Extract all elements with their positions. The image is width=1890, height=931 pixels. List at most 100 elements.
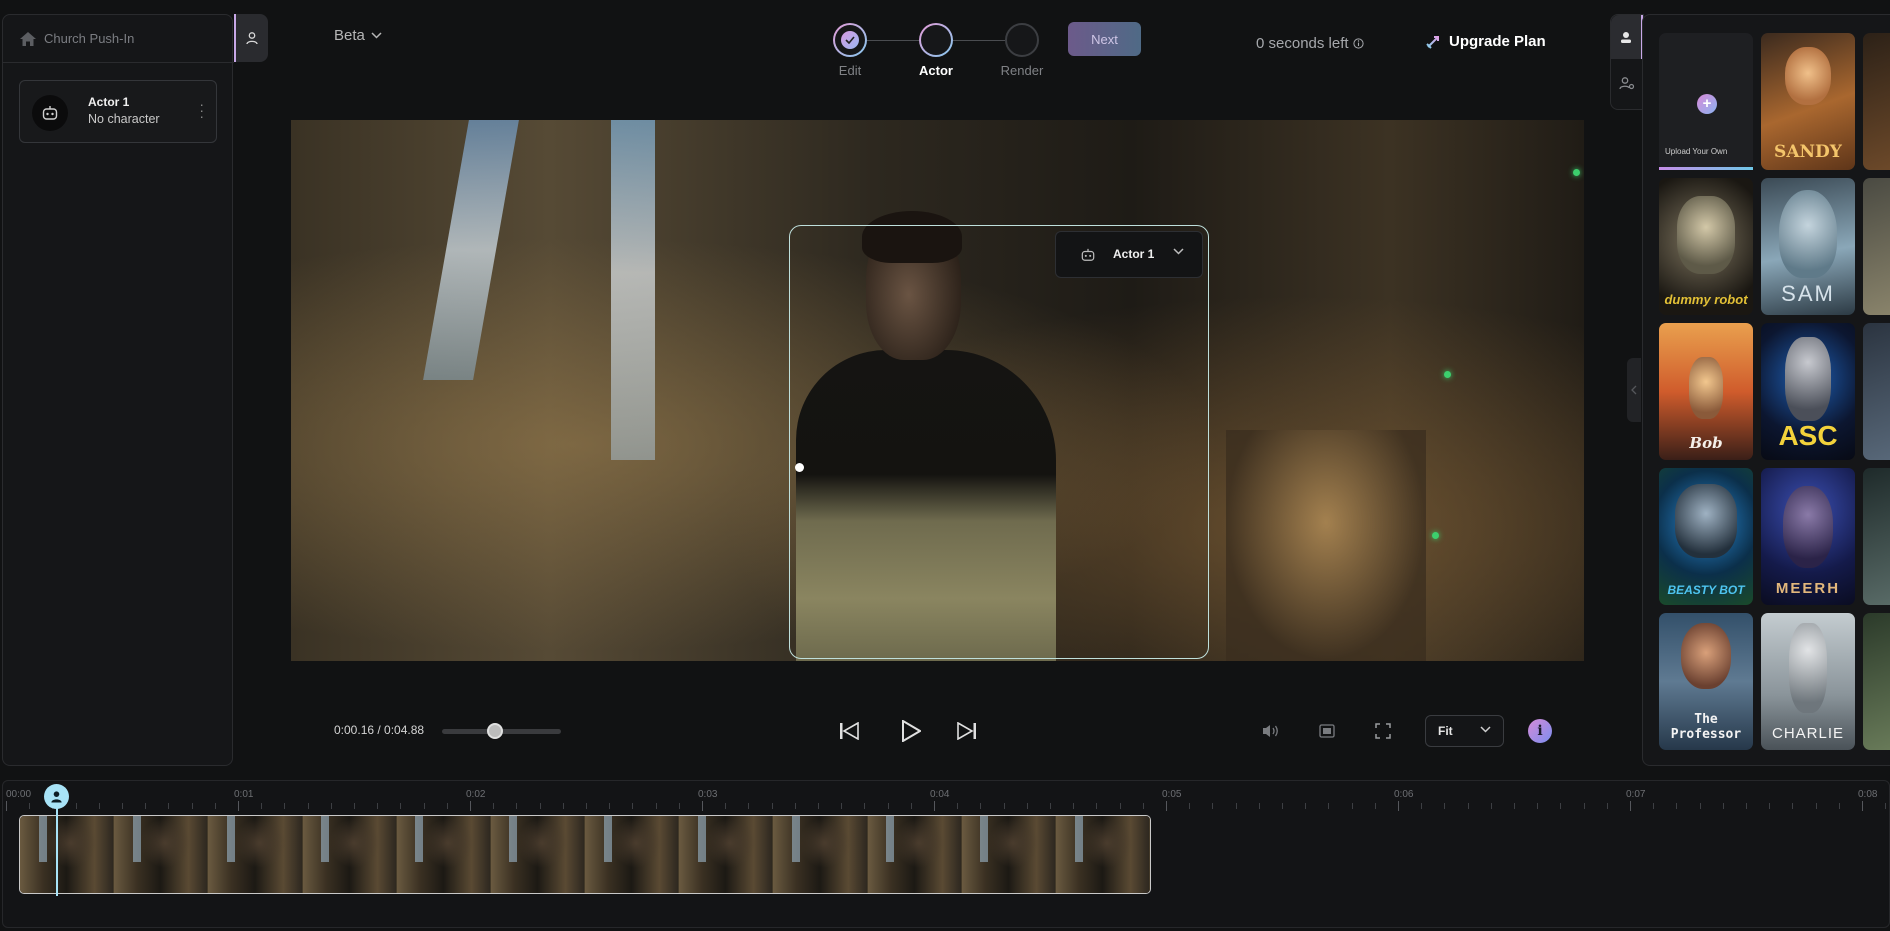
skip-forward-button[interactable] (955, 719, 979, 743)
ruler-label: 0:08 (1858, 789, 1878, 800)
info-button[interactable]: i (1528, 719, 1552, 743)
tracking-point (1573, 169, 1580, 176)
character-name: SAM (1781, 281, 1835, 306)
ruler-label: 0:05 (1162, 789, 1182, 800)
rocket-icon (1426, 35, 1439, 49)
ruler-tick (1653, 803, 1655, 809)
actor-assign-dropdown[interactable]: Actor 1 (1055, 231, 1203, 278)
step-render-circle[interactable] (1005, 23, 1039, 57)
ruler-tick (864, 803, 866, 809)
kebab-menu-icon[interactable]: · · · (199, 97, 204, 123)
character-portrait (1783, 486, 1833, 568)
check-icon (845, 36, 855, 44)
actor-chip-label: Actor 1 (1113, 247, 1155, 261)
clip-thumbnail-frame (585, 816, 680, 893)
step-edit-label: Edit (838, 63, 862, 78)
ruler-tick (470, 801, 471, 811)
volume-button[interactable] (1260, 720, 1282, 742)
character-card-partial[interactable] (1863, 178, 1890, 315)
tab-actor-settings[interactable] (1611, 61, 1643, 105)
skip-back-button[interactable] (837, 719, 861, 743)
ruler-tick (794, 803, 796, 809)
playhead-line[interactable] (56, 806, 58, 896)
character-card-partial[interactable] (1863, 468, 1890, 605)
captions-button[interactable] (1316, 720, 1338, 742)
playhead-handle[interactable] (44, 784, 69, 809)
ruler-tick (1769, 803, 1771, 809)
ruler-tick (493, 803, 495, 809)
ruler-tick (168, 803, 170, 809)
upload-caption: Upload Your Own (1665, 147, 1728, 156)
actors-panel-tab[interactable] (234, 14, 268, 62)
character-card-partial[interactable] (1863, 323, 1890, 460)
ruler-tick (1026, 803, 1028, 809)
ruler-tick (261, 803, 263, 809)
ruler-tick (284, 803, 286, 809)
ruler-tick (1050, 803, 1051, 809)
actor-bounding-box[interactable] (789, 225, 1209, 659)
ruler-tick (539, 803, 541, 809)
step-edit-circle[interactable] (833, 23, 867, 57)
fullscreen-button[interactable] (1372, 720, 1394, 742)
character-portrait (1675, 484, 1737, 558)
ruler-label: 0:06 (1394, 789, 1414, 800)
model-select[interactable]: Beta (334, 27, 382, 44)
play-button[interactable] (897, 717, 925, 745)
ruler-tick (1374, 803, 1376, 809)
step-connector (867, 40, 919, 41)
character-card-sam[interactable]: SAM (1761, 178, 1855, 315)
upload-character-card[interactable]: + Upload Your Own (1659, 33, 1753, 170)
actor-card[interactable]: Actor 1 No character · · · (19, 80, 217, 143)
ruler-tick (1885, 803, 1887, 809)
zoom-fit-value: Fit (1438, 724, 1453, 738)
ruler-tick (307, 803, 309, 809)
character-name: CHARLIE (1771, 725, 1845, 742)
project-name[interactable]: Church Push-In (44, 31, 134, 46)
character-card-charlie[interactable]: CHARLIE (1761, 613, 1855, 750)
tab-characters[interactable] (1611, 15, 1643, 59)
character-card-partial[interactable] (1863, 613, 1890, 750)
character-portrait (1789, 623, 1827, 713)
zoom-fit-select[interactable]: Fit (1425, 715, 1504, 747)
ruler-label: 0:03 (698, 789, 718, 800)
ruler-tick (748, 803, 750, 809)
next-button[interactable]: Next (1068, 22, 1141, 56)
bounding-box-handle[interactable] (795, 463, 804, 472)
video-clip-track[interactable] (19, 815, 1151, 894)
ruler-tick (1514, 803, 1515, 809)
ruler-tick (1560, 803, 1562, 809)
collapse-panel-handle[interactable] (1627, 358, 1641, 422)
chevron-left-icon (1631, 385, 1637, 395)
ruler-tick (330, 803, 332, 809)
character-card-asc[interactable]: ASC (1761, 323, 1855, 460)
ruler-tick (702, 801, 703, 811)
ruler-tick (1444, 803, 1446, 809)
character-card-dummy-robot[interactable]: dummy robot (1659, 178, 1753, 315)
seek-slider-thumb[interactable] (487, 723, 503, 739)
clip-thumbnail-frame (961, 816, 1056, 893)
ruler-tick (1166, 801, 1167, 811)
ruler-tick (771, 803, 773, 809)
time-readout: 0:00.16 / 0:04.88 (334, 723, 425, 737)
character-card-partial[interactable] (1863, 33, 1890, 170)
info-icon[interactable] (1352, 38, 1364, 49)
ruler-tick (1722, 803, 1724, 809)
character-card-professor[interactable]: The Professor (1659, 613, 1753, 750)
character-card-meerh[interactable]: MEERH (1761, 468, 1855, 605)
upgrade-plan-label: Upgrade Plan (1449, 33, 1546, 50)
fullscreen-icon (1375, 723, 1391, 739)
character-card-beasty-bot[interactable]: BEASTY BOT (1659, 468, 1753, 605)
play-icon (902, 720, 921, 742)
step-actor-circle[interactable] (919, 23, 953, 57)
home-icon[interactable] (19, 31, 37, 47)
character-card-sandy[interactable]: SANDY (1761, 33, 1855, 170)
character-portrait (1785, 47, 1831, 105)
upgrade-plan-button[interactable]: Upgrade Plan (1425, 33, 1546, 50)
character-card-bob[interactable]: Bob (1659, 323, 1753, 460)
ruler-tick (1142, 803, 1144, 809)
ruler-tick (887, 803, 889, 809)
ruler-tick (400, 803, 402, 809)
ruler-tick (75, 803, 77, 809)
character-name: SANDY (1774, 142, 1842, 162)
background-arch (1226, 430, 1426, 661)
